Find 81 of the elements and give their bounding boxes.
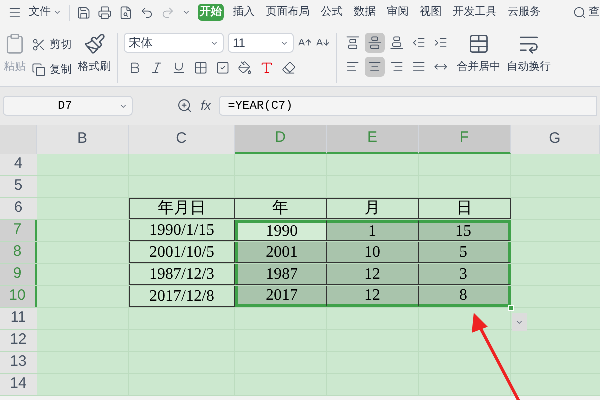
row-header[interactable]: 12 xyxy=(0,330,37,351)
paint-bucket-icon[interactable] xyxy=(238,61,252,75)
table-cell[interactable]: 12 xyxy=(327,264,419,285)
row-header[interactable]: 5 xyxy=(0,176,37,197)
formula-field[interactable]: =YEAR(C7) xyxy=(219,96,597,116)
table-cell[interactable]: 15 xyxy=(419,220,511,241)
column-header[interactable]: B xyxy=(37,125,129,154)
table-cell[interactable]: 1987 xyxy=(235,264,327,285)
row-header[interactable]: 13 xyxy=(0,352,37,373)
align-center-icon xyxy=(368,60,382,74)
row-header[interactable]: 11 xyxy=(0,308,37,329)
table-cell[interactable]: 2017/12/8 xyxy=(129,286,235,307)
ribbon-tab[interactable]: 审阅 xyxy=(385,4,411,21)
merge-cells-icon[interactable] xyxy=(468,33,490,55)
underline-icon[interactable] xyxy=(172,61,186,75)
row-header[interactable]: 14 xyxy=(0,374,37,395)
zoom-icon[interactable] xyxy=(177,98,193,114)
paintbrush-icon[interactable] xyxy=(84,33,106,55)
align-top-icon xyxy=(346,36,360,50)
increase-indent-icon xyxy=(434,36,448,50)
row-header[interactable]: 6 xyxy=(0,198,37,219)
italic-icon[interactable] xyxy=(150,61,164,75)
merge-center-label[interactable]: 合并居中 xyxy=(457,59,501,76)
table-cell[interactable]: 1990 xyxy=(235,220,327,241)
font-name-field[interactable]: 宋体 xyxy=(124,33,224,53)
ribbon-tab[interactable]: 数据 xyxy=(352,4,378,21)
table-cell[interactable]: 12 xyxy=(327,286,419,307)
cut-label[interactable]: 剪切 xyxy=(50,37,72,54)
align-bottom-icon xyxy=(390,36,404,50)
search-icon[interactable] xyxy=(573,6,587,20)
menu-icon[interactable] xyxy=(8,6,22,20)
font-size-field[interactable]: 11 xyxy=(228,33,294,53)
file-menu[interactable]: 文件 xyxy=(29,4,62,21)
table-cell[interactable]: 2017 xyxy=(235,286,327,307)
table-cell[interactable]: 年 xyxy=(235,198,327,219)
scissors-icon[interactable] xyxy=(32,38,46,52)
ribbon-tab[interactable]: 公式 xyxy=(319,4,345,21)
wrap-text-label[interactable]: 自动换行 xyxy=(507,59,551,76)
table-cell[interactable]: 1 xyxy=(327,220,419,241)
copy-label[interactable]: 复制 xyxy=(50,62,72,78)
border-icon[interactable] xyxy=(194,61,208,75)
ribbon-tab[interactable]: 开发工具 xyxy=(451,4,499,21)
ribbon-tab[interactable]: 插入 xyxy=(231,4,257,21)
table-cell[interactable]: 10 xyxy=(327,242,419,263)
print-icon[interactable] xyxy=(98,6,112,20)
table-cell[interactable]: 年月日 xyxy=(129,198,235,219)
cell-name-field[interactable]: D7 xyxy=(3,96,133,116)
caret-icon[interactable] xyxy=(182,8,191,17)
fill-handle[interactable] xyxy=(508,305,514,311)
save-icon[interactable] xyxy=(77,6,91,20)
caret-icon[interactable] xyxy=(53,8,62,17)
table-cell[interactable]: 5 xyxy=(419,242,511,263)
align-button[interactable] xyxy=(365,33,385,53)
font-color-icon[interactable] xyxy=(260,61,274,75)
justify-icon xyxy=(412,60,426,74)
bold-icon[interactable] xyxy=(128,61,142,75)
table-cell[interactable]: 1987/12/3 xyxy=(129,264,235,285)
column-header[interactable]: G xyxy=(511,125,600,154)
align-button[interactable] xyxy=(365,57,385,77)
row-header[interactable]: 4 xyxy=(0,154,37,175)
eraser-icon[interactable] xyxy=(282,61,296,75)
copy-icon[interactable] xyxy=(32,62,46,77)
align-middle-icon xyxy=(368,36,382,50)
print-preview-icon[interactable] xyxy=(119,6,133,20)
table-cell[interactable]: 2001 xyxy=(235,242,327,263)
table-cell[interactable]: 2001/10/5 xyxy=(129,242,235,263)
ribbon-tab[interactable]: 云服务 xyxy=(506,4,543,21)
format-painter-label[interactable]: 格式刷 xyxy=(78,59,111,76)
table-cell[interactable]: 月 xyxy=(327,198,419,219)
table-cell[interactable]: 日 xyxy=(419,198,511,219)
ribbon-tab[interactable]: 页面布局 xyxy=(264,4,312,21)
decrease-indent-icon xyxy=(412,36,426,50)
align-left-icon xyxy=(346,60,360,74)
table-cell[interactable]: 3 xyxy=(419,264,511,285)
search-label[interactable]: 查 xyxy=(589,4,600,21)
fx-label[interactable]: fx xyxy=(201,96,212,116)
align-right-icon xyxy=(390,60,404,74)
table-cell[interactable]: 1990/1/15 xyxy=(129,220,235,241)
ribbon-tab[interactable]: 视图 xyxy=(418,4,444,21)
undo-icon[interactable] xyxy=(140,6,154,20)
table-cell[interactable]: 8 xyxy=(419,286,511,307)
